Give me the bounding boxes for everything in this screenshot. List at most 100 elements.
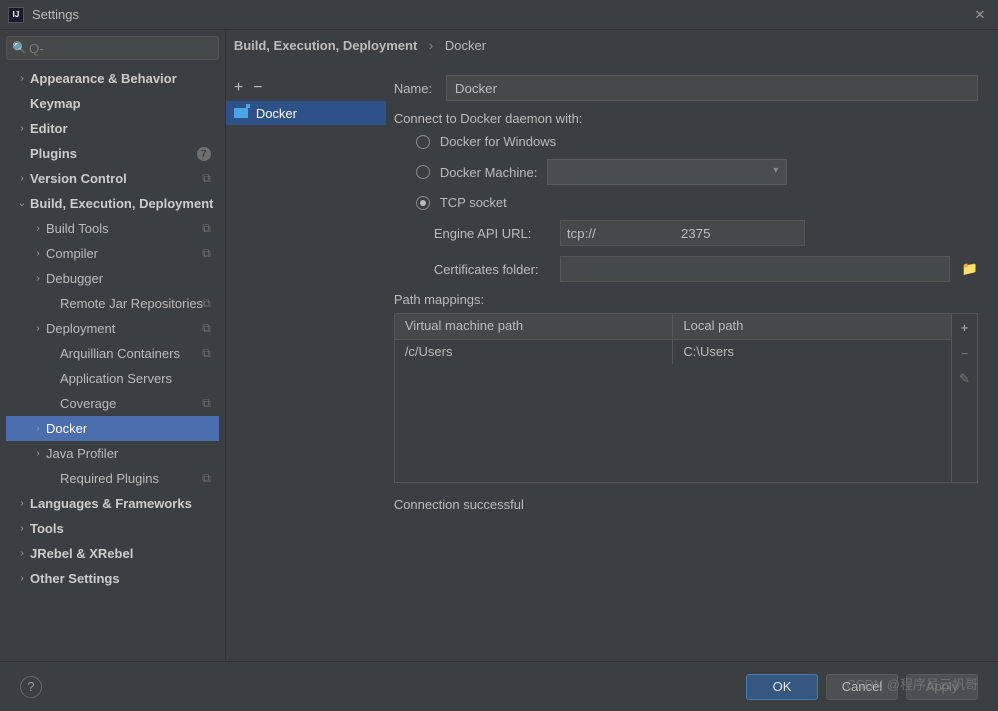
chevron-icon: [30, 423, 46, 434]
chevron-icon: [30, 248, 46, 259]
sidebar: 🔍 Appearance & Behavior Keymap Editor Plugi…: [0, 30, 226, 660]
col-vm-path[interactable]: Virtual machine path: [395, 314, 674, 339]
sidebar-item-remote-jar-repositories[interactable]: Remote Jar Repositories⧉: [6, 291, 219, 316]
sidebar-item-plugins[interactable]: Plugins7: [6, 141, 219, 166]
sidebar-item-label: Plugins: [30, 146, 215, 161]
sidebar-item-docker[interactable]: Docker: [6, 416, 219, 441]
add-mapping-icon[interactable]: +: [952, 314, 977, 340]
cancel-button[interactable]: Cancel: [826, 674, 898, 700]
docker-icon: [234, 108, 248, 118]
sidebar-item-tools[interactable]: Tools: [6, 516, 219, 541]
list-item-docker[interactable]: Docker: [226, 101, 386, 125]
chevron-icon: [14, 548, 30, 559]
sidebar-item-application-servers[interactable]: Application Servers: [6, 366, 219, 391]
detail-panel: Name: Connect to Docker daemon with: Doc…: [386, 67, 998, 660]
titlebar: IJ Settings ✕: [0, 0, 998, 30]
footer: ? OK Cancel Apply: [0, 661, 998, 711]
remove-icon[interactable]: −: [253, 79, 262, 97]
sidebar-item-debugger[interactable]: Debugger: [6, 266, 219, 291]
help-icon[interactable]: ?: [20, 676, 42, 698]
radio-docker-windows[interactable]: Docker for Windows: [416, 134, 978, 149]
sidebar-item-label: Remote Jar Repositories: [60, 296, 215, 311]
certificates-input[interactable]: [560, 256, 950, 282]
sidebar-item-label: Other Settings: [30, 571, 215, 586]
sidebar-item-label: Coverage: [60, 396, 215, 411]
table-row[interactable]: /c/UsersC:\Users: [395, 340, 951, 364]
chevron-icon: [30, 323, 46, 334]
list-item-label: Docker: [256, 106, 297, 121]
sidebar-item-coverage[interactable]: Coverage⧉: [6, 391, 219, 416]
app-icon: IJ: [8, 7, 24, 23]
sidebar-item-label: Deployment: [46, 321, 215, 336]
connection-status: Connection successful: [394, 497, 978, 512]
col-local-path[interactable]: Local path: [673, 314, 951, 339]
counter-badge: 7: [197, 147, 211, 161]
chevron-icon: [14, 173, 30, 184]
mappings-table: Virtual machine path Local path /c/Users…: [394, 313, 952, 483]
name-input[interactable]: [446, 75, 978, 101]
window-title: Settings: [32, 7, 970, 22]
sidebar-item-label: Compiler: [46, 246, 215, 261]
scope-icon: ⧉: [202, 346, 211, 361]
breadcrumb-parent[interactable]: Build, Execution, Deployment: [234, 38, 417, 53]
sidebar-item-label: Languages & Frameworks: [30, 496, 215, 511]
profiles-list: + − Docker: [226, 67, 386, 660]
sidebar-item-label: Appearance & Behavior: [30, 71, 215, 86]
search-input[interactable]: [6, 36, 219, 60]
engine-url-input[interactable]: [560, 220, 805, 246]
sidebar-item-arquillian-containers[interactable]: Arquillian Containers⧉: [6, 341, 219, 366]
add-icon[interactable]: +: [234, 79, 243, 97]
sidebar-item-deployment[interactable]: Deployment⧉: [6, 316, 219, 341]
sidebar-item-languages-frameworks[interactable]: Languages & Frameworks: [6, 491, 219, 516]
edit-mapping-icon[interactable]: ✎: [952, 366, 977, 392]
chevron-icon: [14, 573, 30, 584]
machine-combo[interactable]: [547, 159, 787, 185]
settings-tree: Appearance & Behavior Keymap Editor Plugins…: [6, 66, 219, 660]
cell-vm-path: /c/Users: [395, 340, 674, 364]
chevron-icon: [30, 223, 46, 234]
scope-icon: ⧉: [202, 246, 211, 261]
scope-icon: ⧉: [202, 171, 211, 186]
close-icon[interactable]: ✕: [970, 7, 990, 23]
certificates-label: Certificates folder:: [434, 262, 552, 277]
sidebar-item-java-profiler[interactable]: Java Profiler: [6, 441, 219, 466]
scope-icon: ⧉: [202, 296, 211, 311]
sidebar-item-editor[interactable]: Editor: [6, 116, 219, 141]
sidebar-item-label: Build, Execution, Deployment: [30, 196, 215, 211]
ok-button[interactable]: OK: [746, 674, 818, 700]
sidebar-item-version-control[interactable]: Version Control⧉: [6, 166, 219, 191]
radio-icon: [416, 165, 430, 179]
sidebar-item-label: JRebel & XRebel: [30, 546, 215, 561]
connect-label: Connect to Docker daemon with:: [394, 111, 978, 126]
scope-icon: ⧉: [202, 471, 211, 486]
radio-docker-machine[interactable]: Docker Machine:: [416, 159, 978, 185]
sidebar-item-label: Arquillian Containers: [60, 346, 215, 361]
folder-icon[interactable]: 📁: [962, 261, 978, 277]
breadcrumb-current: Docker: [445, 38, 486, 53]
sidebar-item-jrebel-xrebel[interactable]: JRebel & XRebel: [6, 541, 219, 566]
search-icon: 🔍: [12, 41, 27, 55]
radio-tcp-socket[interactable]: TCP socket: [416, 195, 978, 210]
sidebar-item-appearance-behavior[interactable]: Appearance & Behavior: [6, 66, 219, 91]
sidebar-item-keymap[interactable]: Keymap: [6, 91, 219, 116]
sidebar-item-build-tools[interactable]: Build Tools⧉: [6, 216, 219, 241]
sidebar-item-label: Debugger: [46, 271, 215, 286]
remove-mapping-icon[interactable]: −: [952, 340, 977, 366]
sidebar-item-other-settings[interactable]: Other Settings: [6, 566, 219, 591]
sidebar-item-label: Editor: [30, 121, 215, 136]
sidebar-item-build-execution-deployment[interactable]: Build, Execution, Deployment: [6, 191, 219, 216]
sidebar-item-compiler[interactable]: Compiler⧉: [6, 241, 219, 266]
chevron-icon: [14, 523, 30, 534]
scope-icon: ⧉: [202, 321, 211, 336]
sidebar-item-required-plugins[interactable]: Required Plugins⧉: [6, 466, 219, 491]
chevron-right-icon: ›: [429, 38, 433, 53]
name-label: Name:: [394, 81, 446, 96]
sidebar-item-label: Docker: [46, 421, 215, 436]
sidebar-item-label: Build Tools: [46, 221, 215, 236]
chevron-icon: [30, 448, 46, 459]
engine-url-label: Engine API URL:: [434, 226, 552, 241]
sidebar-item-label: Required Plugins: [60, 471, 215, 486]
list-toolbar: + −: [226, 75, 386, 101]
apply-button[interactable]: Apply: [906, 674, 978, 700]
sidebar-item-label: Java Profiler: [46, 446, 215, 461]
